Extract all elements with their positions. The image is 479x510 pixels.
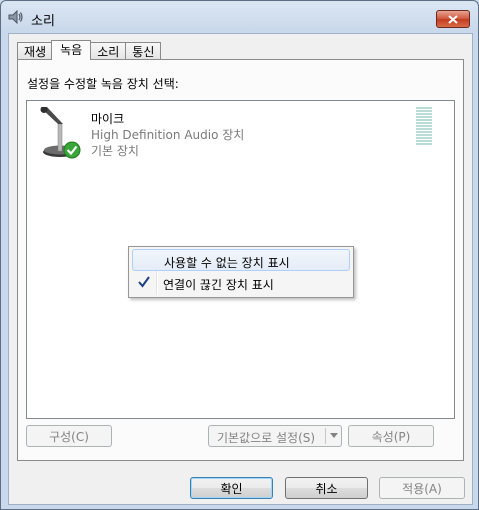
menu-item-label: 사용할 수 없는 장치 표시 bbox=[164, 256, 290, 270]
sound-dialog: 소리 재생 녹음 소리 통신 설정을 수정할 녹음 장치 선택: 마이크 Hig… bbox=[0, 0, 479, 510]
microphone-icon bbox=[40, 107, 81, 159]
close-button[interactable] bbox=[436, 10, 470, 28]
checkmark-icon bbox=[138, 276, 150, 288]
dialog-client: 재생 녹음 소리 통신 설정을 수정할 녹음 장치 선택: 마이크 High D… bbox=[8, 33, 473, 505]
menu-item-show-disconnected-devices[interactable]: 연결이 끊긴 장치 표시 bbox=[132, 272, 350, 294]
device-name: 마이크 bbox=[91, 112, 125, 126]
device-status: 기본 장치 bbox=[91, 144, 139, 158]
apply-button[interactable]: 적용(A) bbox=[379, 477, 465, 499]
configure-button[interactable]: 구성(C) bbox=[26, 425, 112, 447]
ok-button[interactable]: 확인 bbox=[190, 477, 273, 499]
tab-communications[interactable]: 통신 bbox=[125, 42, 162, 60]
menu-item-show-disabled-devices[interactable]: 사용할 수 없는 장치 표시 bbox=[132, 249, 350, 271]
level-meter bbox=[416, 107, 432, 147]
set-default-split-button[interactable]: 기본값으로 설정(S) bbox=[208, 425, 342, 447]
window-title: 소리 bbox=[31, 14, 55, 29]
speaker-icon bbox=[8, 10, 23, 24]
tab-recording[interactable]: 녹음 bbox=[51, 40, 92, 60]
default-check-icon bbox=[63, 141, 81, 159]
split-separator bbox=[325, 428, 326, 444]
cancel-button[interactable]: 취소 bbox=[285, 477, 368, 499]
menu-item-label: 연결이 끊긴 장치 표시 bbox=[163, 278, 274, 292]
tab-strip: 재생 녹음 소리 통신 bbox=[17, 38, 162, 60]
set-default-label: 기본값으로 설정(S) bbox=[217, 431, 316, 445]
device-description: High Definition Audio 장치 bbox=[91, 128, 245, 142]
tab-sounds[interactable]: 소리 bbox=[90, 42, 127, 60]
device-list[interactable]: 마이크 High Definition Audio 장치 기본 장치 사용할 수… bbox=[26, 100, 455, 419]
title-bar[interactable]: 소리 bbox=[1, 1, 478, 33]
chevron-down-icon[interactable] bbox=[330, 433, 338, 438]
panel-prompt: 설정을 수정할 녹음 장치 선택: bbox=[27, 77, 179, 91]
properties-button[interactable]: 속성(P) bbox=[348, 425, 434, 447]
recording-panel: 설정을 수정할 녹음 장치 선택: 마이크 High Definition Au… bbox=[17, 59, 464, 461]
tab-playback[interactable]: 재생 bbox=[17, 42, 54, 60]
context-menu: 사용할 수 없는 장치 표시 연결이 끊긴 장치 표시 bbox=[128, 246, 354, 298]
close-icon bbox=[448, 14, 458, 24]
